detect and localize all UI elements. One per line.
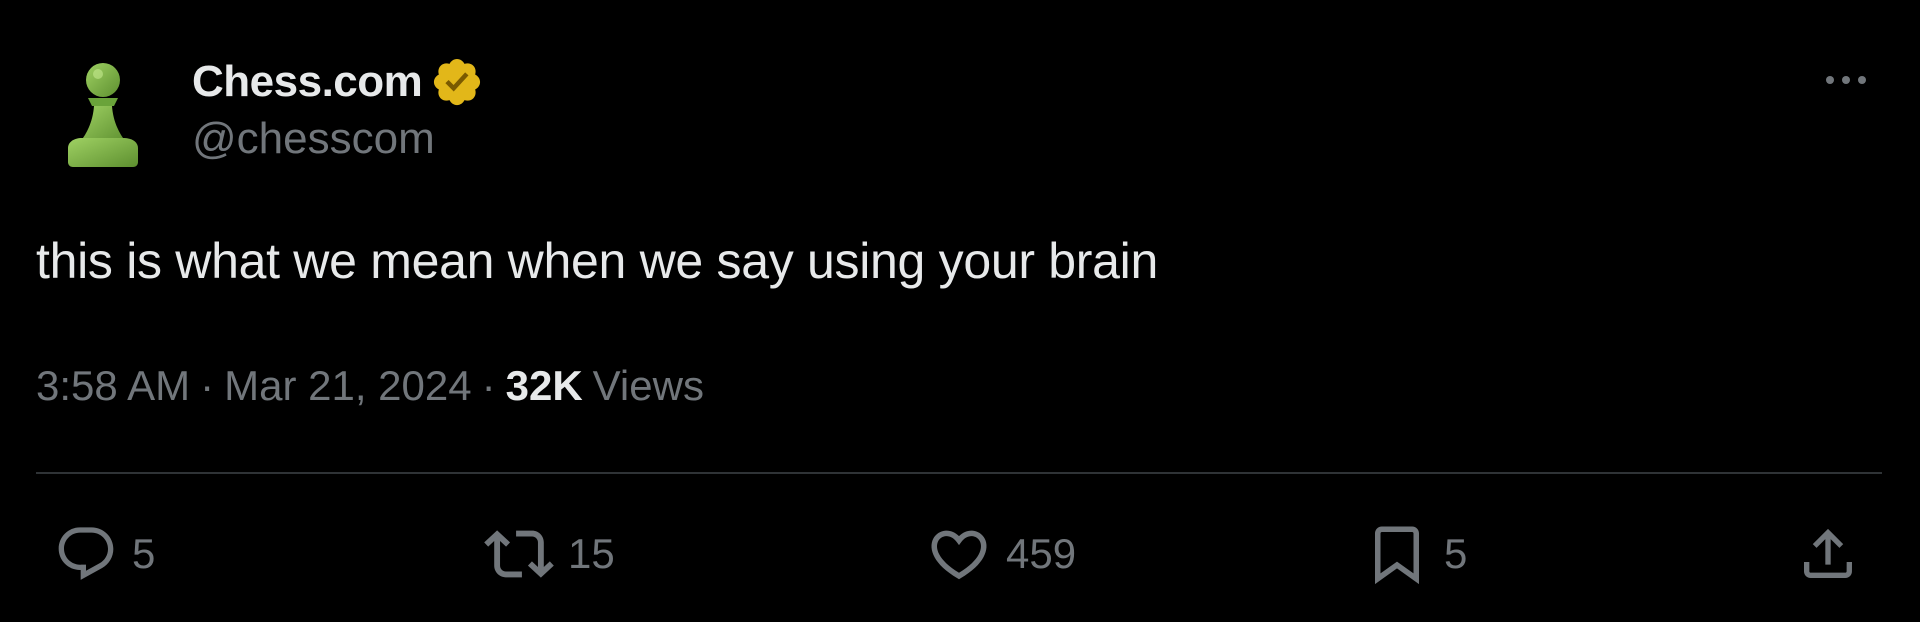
views-count: 32K (505, 362, 583, 409)
bookmark-count: 5 (1444, 530, 1468, 577)
tweet-text: this is what we mean when we say using y… (36, 233, 1158, 289)
tweet-date[interactable]: Mar 21, 2024 (224, 362, 472, 410)
views-label: Views (592, 362, 704, 409)
more-dots-icon (1826, 76, 1866, 84)
tweet-meta: 3:58 AM · Mar 21, 2024 · 32K Views (36, 362, 704, 410)
handle[interactable]: @chesscom (192, 114, 484, 164)
tweet-time[interactable]: 3:58 AM (36, 362, 190, 410)
reply-button[interactable]: 5 (54, 514, 155, 594)
verified-badge-icon[interactable] (430, 55, 484, 109)
meta-separator: · (200, 362, 215, 409)
repost-count: 15 (568, 530, 615, 577)
more-menu-button[interactable] (1816, 60, 1876, 100)
bookmark-icon (1375, 526, 1419, 585)
like-count: 459 (1006, 530, 1077, 577)
pawn-icon (68, 63, 138, 167)
repost-icon (484, 530, 554, 578)
heart-icon (931, 530, 987, 580)
bookmark-button[interactable]: 5 (1364, 514, 1467, 594)
repost-button[interactable]: 15 (484, 514, 615, 594)
meta-separator: · (481, 362, 496, 409)
share-button[interactable] (1796, 514, 1860, 594)
author-info: Chess.com @chesscom (192, 52, 484, 164)
reply-icon (58, 527, 114, 580)
avatar[interactable] (58, 58, 148, 172)
name-row: Chess.com (192, 52, 484, 112)
tweet-card: Chess.com @chesscom this is what we mean… (0, 0, 1920, 622)
divider (36, 472, 1882, 474)
like-button[interactable]: 459 (926, 514, 1076, 594)
reply-count: 5 (132, 530, 156, 577)
share-icon (1804, 528, 1852, 578)
display-name[interactable]: Chess.com (192, 57, 423, 107)
